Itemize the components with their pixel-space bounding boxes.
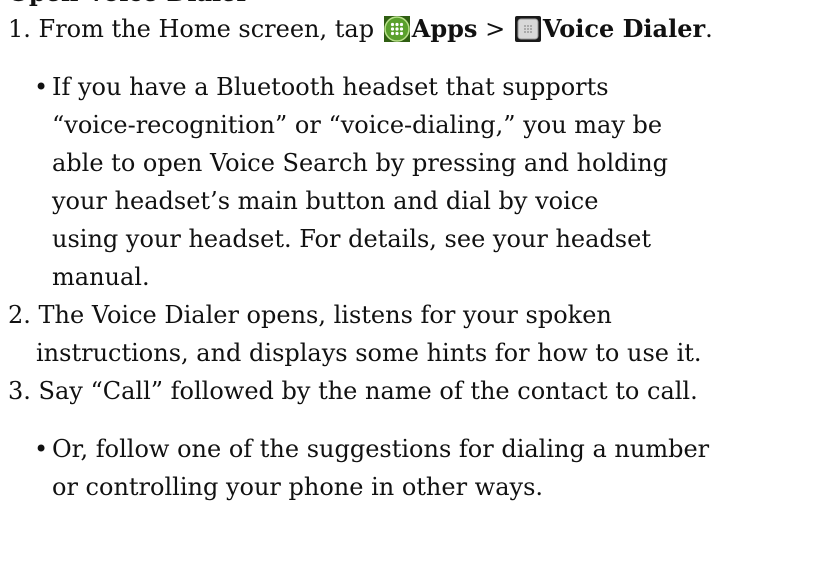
apps-label: Apps — [411, 14, 478, 43]
bullet-1-text-1: If you have a Bluetooth headset that sup… — [52, 73, 609, 101]
step-3: 3. Say “Call” followed by the name of th… — [8, 377, 698, 405]
manual-page: Open Voice Dialer 1. From the Home scree… — [0, 0, 831, 571]
bullet-1-line-3: able to open Voice Search by pressing an… — [52, 149, 669, 177]
bullet-marker: • — [34, 435, 49, 463]
bullet-2-line-2: or controlling your phone in other ways. — [52, 473, 544, 501]
step-1-number: 1. — [8, 15, 31, 43]
bullet-1-line-5: using your headset. For details, see you… — [52, 225, 651, 253]
voice-dialer-label: Voice Dialer — [542, 14, 706, 43]
bullet-2-text-1: Or, follow one of the suggestions for di… — [52, 435, 710, 463]
step-1-text: From the Home screen, tap — [38, 15, 375, 43]
step-2-line-1: 2. The Voice Dialer opens, listens for y… — [8, 301, 612, 329]
step-1: 1. From the Home screen, tap Apps > Voic… — [8, 14, 713, 44]
apps-grid-icon — [383, 16, 410, 42]
bullet-1-line-1: • If you have a Bluetooth headset that su… — [34, 72, 609, 102]
bullet-1-line-6: manual. — [52, 263, 150, 291]
section-heading-partial: Open Voice Dialer — [8, 0, 249, 8]
bullet-marker: • — [34, 73, 49, 101]
bullet-2-line-1: • Or, follow one of the suggestions for d… — [34, 434, 709, 464]
bullet-1-line-4: your headset’s main button and dial by v… — [52, 187, 599, 215]
breadcrumb-separator: > — [485, 15, 506, 43]
voice-dialer-app-icon — [514, 16, 541, 42]
step-1-period: . — [705, 15, 713, 43]
step-2-line-2: instructions, and displays some hints fo… — [36, 339, 702, 367]
bullet-1-line-2: “voice-recognition” or “voice-dialing,” … — [52, 111, 663, 139]
